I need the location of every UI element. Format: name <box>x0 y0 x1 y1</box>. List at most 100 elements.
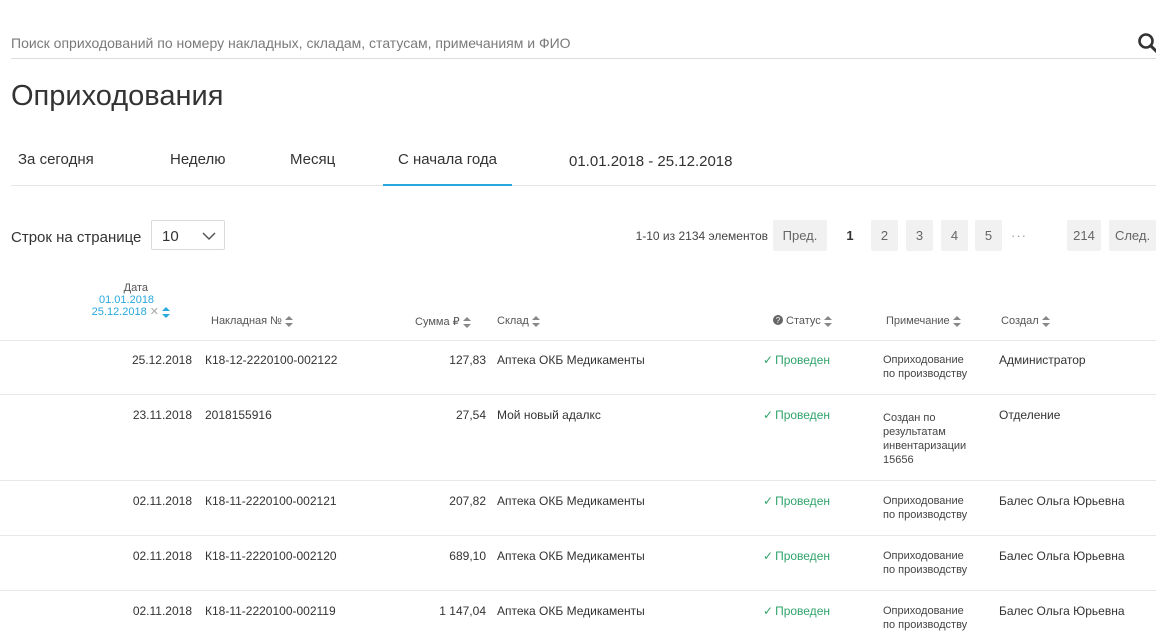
invoice-column-header[interactable]: Накладная № <box>211 315 293 327</box>
page-ellipsis: ··· <box>1011 228 1027 243</box>
row-invoice[interactable]: К18-11-2220100-002121 <box>205 494 337 508</box>
page-button-last[interactable]: 214 <box>1067 220 1101 251</box>
row-warehouse: Аптека ОКБ Медикаменты <box>497 604 645 618</box>
created-by-header-label: Создал <box>1001 315 1039 327</box>
row-invoice[interactable]: К18-12-2220100-002122 <box>205 353 337 367</box>
sort-icon[interactable] <box>823 315 832 327</box>
row-invoice[interactable]: 2018155916 <box>205 408 272 422</box>
warehouse-header-label: Склад <box>497 315 529 327</box>
sort-icon[interactable] <box>952 315 961 327</box>
row-warehouse: Аптека ОКБ Медикаменты <box>497 353 645 367</box>
row-status: ✓ Проведен <box>763 549 830 563</box>
period-tabs: За сегодня Неделю Месяц С начала года 01… <box>11 143 1156 186</box>
status-header-label: Статус <box>786 315 821 327</box>
sum-column-header[interactable]: Сумма ₽ <box>415 315 471 328</box>
rows-per-page-label: Строк на странице <box>11 229 142 246</box>
check-icon: ✓ <box>763 353 774 367</box>
search-input[interactable] <box>11 28 1111 58</box>
row-note: Оприходование по производству <box>883 550 968 576</box>
page-button-2[interactable]: 2 <box>871 220 898 251</box>
next-page-button[interactable]: След. <box>1109 220 1156 251</box>
row-warehouse: Аптека ОКБ Медикаменты <box>497 549 645 563</box>
rows-per-page-value: 10 <box>162 228 179 245</box>
header-divider <box>0 340 1156 341</box>
pagination-info: 1-10 из 2134 элементов <box>635 229 768 243</box>
row-divider <box>0 394 1156 395</box>
created-by-column-header[interactable]: Создал <box>1001 315 1050 327</box>
row-created-by: Отделение <box>999 408 1061 422</box>
row-date: 02.11.2018 <box>132 604 192 618</box>
row-status-label: Проведен <box>775 604 830 618</box>
row-divider <box>0 590 1156 591</box>
clear-filter-icon[interactable]: ✕ <box>150 306 159 318</box>
check-icon: ✓ <box>763 494 774 508</box>
help-icon[interactable]: ? <box>773 315 783 325</box>
row-status-label: Проведен <box>775 549 830 563</box>
prev-page-button[interactable]: Пред. <box>773 220 827 251</box>
sum-header-label: Сумма ₽ <box>415 316 460 328</box>
sort-icon[interactable] <box>531 315 540 327</box>
sort-icon[interactable] <box>1041 315 1050 327</box>
row-note: Оприходование по производству <box>883 495 968 521</box>
note-column-header[interactable]: Примечание <box>886 315 961 327</box>
tab-month[interactable]: Месяц <box>290 151 335 168</box>
row-status: ✓ Проведен <box>763 408 830 422</box>
invoice-header-label: Накладная № <box>211 315 282 327</box>
page-button-3[interactable]: 3 <box>906 220 933 251</box>
search-bar <box>11 28 1156 59</box>
page-button-5[interactable]: 5 <box>975 220 1002 251</box>
row-date: 02.11.2018 <box>132 549 192 563</box>
row-created-by: Балес Ольга Юрьевна <box>999 549 1125 563</box>
row-status-label: Проведен <box>775 494 830 508</box>
row-created-by: Балес Ольга Юрьевна <box>999 494 1125 508</box>
row-date: 02.11.2018 <box>132 494 192 508</box>
warehouse-column-header[interactable]: Склад <box>497 315 540 327</box>
check-icon: ✓ <box>763 604 774 618</box>
row-status: ✓ Проведен <box>763 353 830 367</box>
sort-icon[interactable] <box>162 306 170 318</box>
row-sum: 127,83 <box>449 353 486 367</box>
row-divider <box>0 535 1156 536</box>
row-created-by: Балес Ольга Юрьевна <box>999 604 1125 618</box>
row-note: Оприходование по производству <box>883 354 968 380</box>
row-date: 25.12.2018 <box>131 353 192 367</box>
date-header-label: Дата <box>123 282 148 294</box>
row-created-by: Администратор <box>999 353 1086 367</box>
row-sum: 1 147,04 <box>439 604 486 618</box>
row-warehouse: Аптека ОКБ Медикаменты <box>497 494 645 508</box>
row-note: Создан по результатам инвентаризации 156… <box>883 412 967 466</box>
date-filter-to: 25.12.2018 <box>91 306 147 318</box>
check-icon: ✓ <box>763 549 774 563</box>
row-status: ✓ Проведен <box>763 494 830 508</box>
status-column-header[interactable]: ? Статус <box>773 315 832 327</box>
date-filter-from: 01.01.2018 <box>99 294 155 306</box>
chevron-down-icon <box>202 232 216 241</box>
row-status: ✓ Проведен <box>763 604 830 618</box>
tab-year-to-date[interactable]: С начала года <box>383 151 512 186</box>
sort-icon[interactable] <box>462 316 471 328</box>
search-icon[interactable] <box>1137 32 1156 54</box>
date-column-header[interactable]: Дата 01.01.2018 25.12.2018 ✕ <box>90 282 170 318</box>
row-status-label: Проведен <box>775 353 830 367</box>
check-icon: ✓ <box>763 408 774 422</box>
row-status-label: Проведен <box>775 408 830 422</box>
note-header-label: Примечание <box>886 315 950 327</box>
row-warehouse: Мой новый адалкс <box>497 408 601 422</box>
page-button-4[interactable]: 4 <box>941 220 968 251</box>
row-date: 23.11.2018 <box>132 408 192 422</box>
row-sum: 207,82 <box>449 494 486 508</box>
page-title: Оприходования <box>11 80 224 112</box>
tab-today[interactable]: За сегодня <box>18 151 94 168</box>
row-divider <box>0 480 1156 481</box>
svg-text:?: ? <box>776 316 781 325</box>
page-button-1[interactable]: 1 <box>838 220 862 251</box>
row-invoice[interactable]: К18-11-2220100-002120 <box>205 549 337 563</box>
date-range[interactable]: 01.01.2018 - 25.12.2018 <box>569 153 732 170</box>
row-sum: 27,54 <box>455 408 486 422</box>
row-note: Оприходование по производству <box>883 605 968 631</box>
sort-icon[interactable] <box>284 315 293 327</box>
rows-per-page-select[interactable]: 10 <box>151 220 225 250</box>
row-invoice[interactable]: К18-11-2220100-002119 <box>205 604 336 618</box>
tab-week[interactable]: Неделю <box>170 151 225 168</box>
row-sum: 689,10 <box>449 549 486 563</box>
